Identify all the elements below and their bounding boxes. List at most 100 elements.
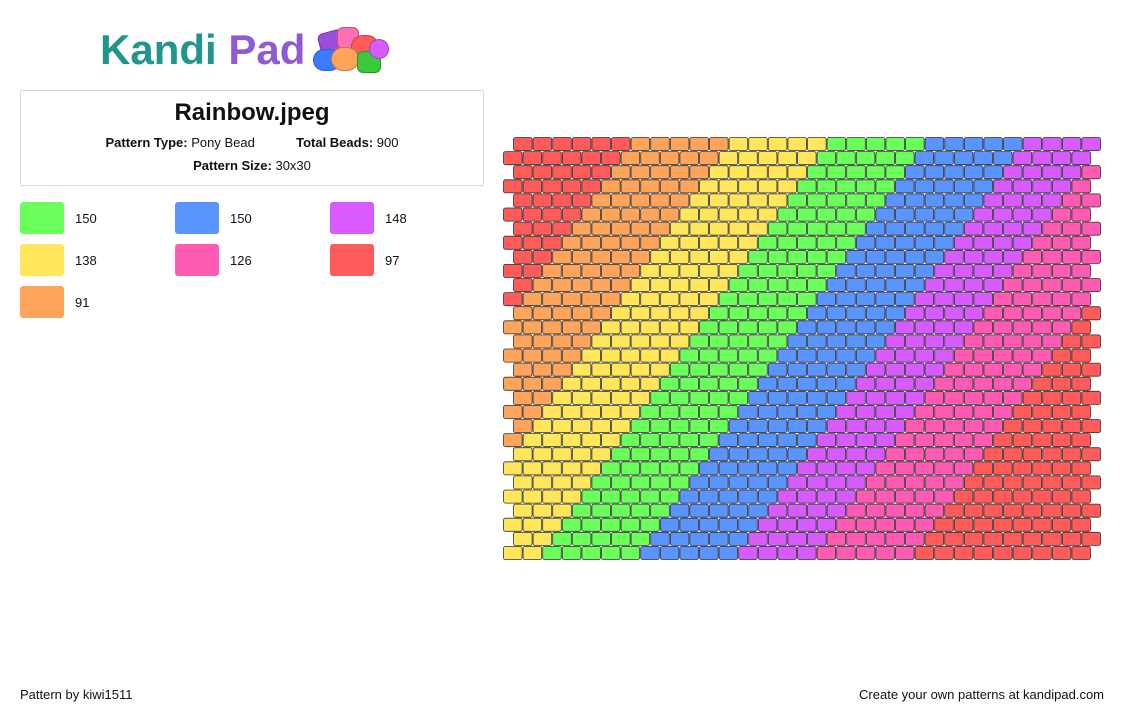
bead: [797, 545, 817, 560]
bead: [826, 278, 847, 293]
bead: [709, 278, 729, 293]
kandi-pad-logo[interactable]: Kandi Pad: [100, 22, 391, 78]
bead: [503, 545, 523, 560]
bead: [532, 362, 553, 377]
bead: [630, 503, 651, 518]
bead: [983, 137, 1003, 152]
bead: [836, 404, 856, 419]
bead: [807, 503, 827, 518]
pattern-size-value: 30x30: [275, 158, 311, 173]
bead: [914, 404, 935, 419]
bead: [865, 137, 886, 152]
bead: [885, 137, 905, 152]
bead: [679, 207, 699, 222]
bead: [973, 433, 993, 448]
bead: [944, 419, 964, 434]
bead: [630, 334, 651, 349]
bead: [1022, 221, 1043, 236]
bead: [1012, 433, 1033, 448]
bead: [836, 207, 856, 222]
bead: [1081, 137, 1101, 152]
bead: [542, 292, 562, 307]
bead: [953, 404, 974, 419]
bead: [601, 404, 621, 419]
bead: [689, 249, 709, 264]
bead: [865, 503, 886, 518]
bead: [650, 447, 670, 462]
bead: [1061, 137, 1082, 152]
bead: [679, 320, 699, 335]
bead: [679, 404, 699, 419]
bead: [542, 264, 562, 278]
bead: [1042, 306, 1062, 321]
bead: [640, 545, 660, 560]
bead: [993, 517, 1013, 532]
bead: [611, 419, 631, 434]
bead: [571, 390, 592, 405]
bead: [699, 461, 719, 476]
kandipad-link[interactable]: Create your own patterns at kandipad.com: [859, 687, 1104, 702]
bead: [816, 489, 837, 504]
bead: [905, 165, 925, 180]
bead: [934, 207, 954, 222]
bead: [620, 179, 641, 194]
bead: [679, 292, 699, 307]
bead: [513, 447, 533, 462]
bead: [728, 475, 749, 490]
bead: [601, 517, 621, 532]
bead: [836, 517, 856, 532]
bead: [797, 264, 817, 278]
bead: [885, 249, 905, 264]
bead: [709, 447, 729, 462]
bead: [748, 306, 768, 321]
bead: [1032, 264, 1052, 278]
bead: [885, 503, 905, 518]
bead: [875, 348, 895, 363]
bead: [1051, 151, 1072, 166]
bead: [953, 320, 974, 335]
bead: [591, 334, 611, 349]
bead: [983, 165, 1003, 180]
bead: [787, 531, 807, 546]
bead: [846, 531, 866, 546]
bead: [855, 151, 876, 166]
bead: [561, 404, 582, 419]
bead: [571, 193, 592, 208]
bead: [522, 404, 543, 419]
bead: [669, 390, 690, 405]
bead: [924, 137, 945, 152]
bead: [640, 433, 660, 448]
bead: [1051, 292, 1072, 307]
bead: [895, 404, 915, 419]
bead: [895, 517, 915, 532]
bead: [620, 404, 641, 419]
bead: [797, 235, 817, 250]
bead: [1012, 151, 1033, 166]
bead: [640, 320, 660, 335]
bead: [787, 362, 807, 377]
bead: [865, 390, 886, 405]
bead: [767, 531, 788, 546]
bead: [914, 376, 935, 391]
bead: [875, 489, 895, 504]
bead: [542, 235, 562, 250]
bead: [522, 545, 543, 560]
bead: [1042, 419, 1062, 434]
bead: [865, 334, 886, 349]
bead: [640, 264, 660, 278]
bead: [591, 249, 611, 264]
bead: [1003, 221, 1023, 236]
bead: [611, 447, 631, 462]
bead: [1051, 348, 1072, 363]
bead: [944, 306, 964, 321]
bead: [1003, 503, 1023, 518]
bead: [963, 419, 984, 434]
bead: [611, 531, 631, 546]
bead: [620, 517, 641, 532]
bead: [640, 292, 660, 307]
bead: [934, 292, 954, 307]
bead: [503, 151, 523, 166]
bead: [611, 249, 631, 264]
bead: [807, 390, 827, 405]
bead: [1012, 376, 1033, 391]
